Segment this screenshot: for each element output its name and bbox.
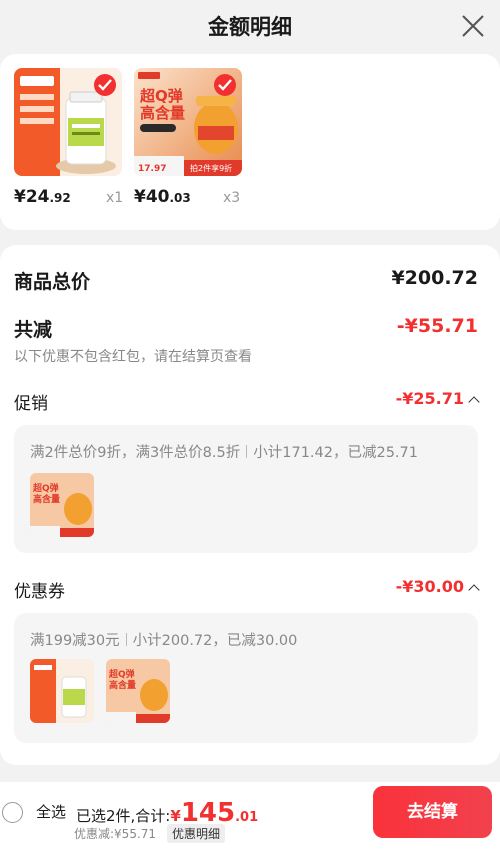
- close-icon[interactable]: [460, 13, 486, 39]
- product-qty-1: x1: [106, 190, 124, 206]
- coupon-toggle[interactable]: -¥30.00: [396, 577, 480, 596]
- chevron-up-icon: [468, 396, 480, 408]
- coupon-thumb-2[interactable]: 超Q弹 高含量: [106, 659, 170, 723]
- select-all-radio[interactable]: [2, 802, 23, 823]
- svg-text:高含量: 高含量: [109, 679, 136, 691]
- product-qty-2: x3: [223, 190, 241, 206]
- checked-icon[interactable]: [214, 74, 236, 96]
- promotion-label: 促销: [14, 394, 48, 414]
- page-title: 金额明细: [208, 15, 292, 39]
- coupon-thumb-1[interactable]: [30, 659, 94, 723]
- total-label: 商品总价: [14, 271, 91, 293]
- discount-amount: 优惠减:¥55.71: [74, 827, 157, 841]
- product-price-1: ¥24.92: [14, 187, 71, 207]
- promotion-thumb[interactable]: 超Q弹 高含量: [30, 473, 94, 537]
- product-price-2: ¥40.03: [134, 187, 191, 207]
- coupon-label: 优惠券: [14, 582, 65, 602]
- reduce-note: 以下优惠不包含红包，请在结算页查看: [14, 349, 252, 365]
- chevron-up-icon: [468, 584, 480, 596]
- select-all-label[interactable]: 全选: [36, 801, 66, 822]
- reduce-label: 共减: [14, 319, 53, 341]
- price-detail-card: 商品总价 ¥200.72 共减 -¥55.71 以下优惠不包含红包，请在结算页查…: [0, 245, 500, 765]
- checkout-button[interactable]: 去结算: [373, 786, 492, 838]
- reduce-value: -¥55.71: [396, 315, 478, 337]
- product-card: ¥24.92 x1 超Q弹 高含量 17.97 拍2件享9折 ¥40.03 x3: [0, 54, 500, 230]
- header: 金额明细: [0, 0, 500, 52]
- product-image-2[interactable]: 超Q弹 高含量 17.97 拍2件享9折: [134, 68, 242, 176]
- svg-text:高含量: 高含量: [140, 104, 185, 122]
- product-image-1[interactable]: [14, 68, 122, 176]
- svg-text:17.97: 17.97: [138, 164, 166, 174]
- promotion-toggle[interactable]: -¥25.71: [396, 389, 480, 408]
- svg-text:超Q弹: 超Q弹: [32, 482, 59, 494]
- coupon-desc: 满199减30元 小计200.72，已减30.00: [30, 633, 298, 649]
- checked-icon[interactable]: [94, 74, 116, 96]
- svg-text:高含量: 高含量: [33, 493, 60, 505]
- coupon-box: 满199减30元 小计200.72，已减30.00 超Q弹 高含量: [14, 613, 478, 743]
- promotion-desc: 满2件总价9折，满3件总价8.5折 小计171.42，已减25.71: [30, 445, 418, 461]
- svg-text:拍2件享9折: 拍2件享9折: [190, 163, 232, 173]
- selected-total: 已选2件,合计:¥145.01: [76, 798, 259, 828]
- promotion-box: 满2件总价9折，满3件总价8.5折 小计171.42，已减25.71 超Q弹 高含…: [14, 425, 478, 553]
- discount-detail-link[interactable]: 优惠明细: [167, 824, 226, 843]
- total-value: ¥200.72: [391, 267, 478, 289]
- svg-text:超Q弹: 超Q弹: [139, 87, 183, 105]
- svg-text:超Q弹: 超Q弹: [108, 668, 135, 680]
